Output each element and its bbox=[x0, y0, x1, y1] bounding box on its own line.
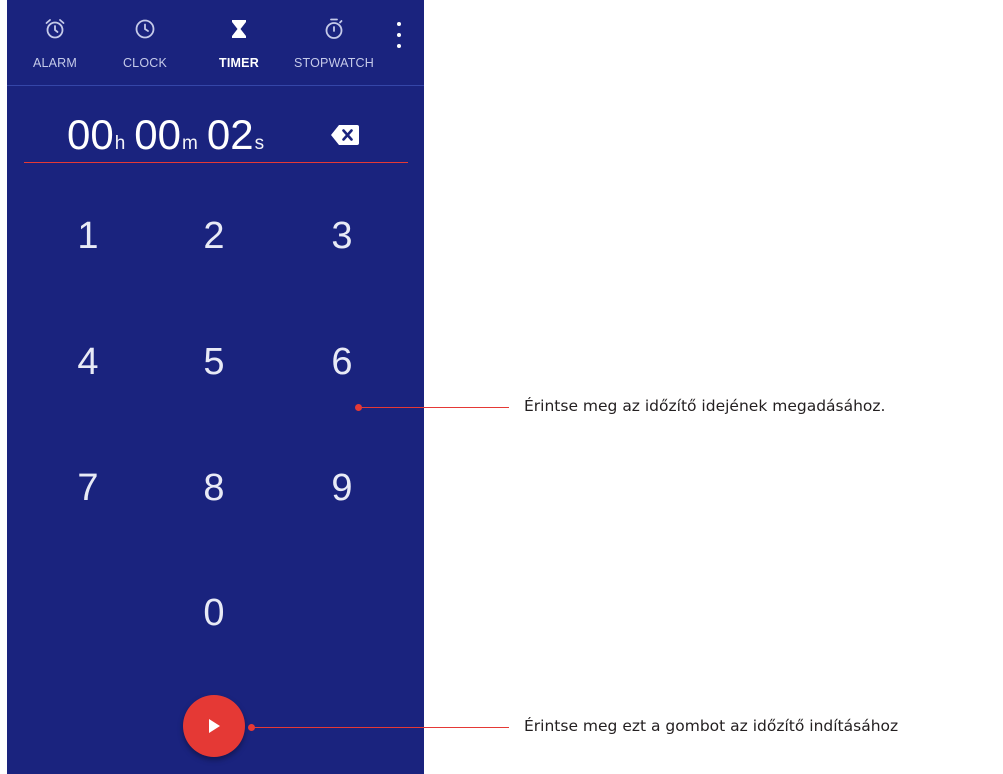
key-1[interactable]: 1 bbox=[43, 201, 133, 271]
start-callout-text: Érintse meg ezt a gombot az időzítő indí… bbox=[524, 717, 899, 735]
keypad-callout-text: Érintse meg az időzítő idejének megadásá… bbox=[524, 397, 886, 415]
clock-icon bbox=[131, 15, 159, 43]
minutes-unit: m bbox=[182, 133, 198, 154]
timer-time-display: 00 h 00 m 02 s bbox=[67, 109, 264, 161]
key-0[interactable]: 0 bbox=[169, 578, 259, 648]
key-8[interactable]: 8 bbox=[169, 453, 259, 523]
start-callout-line bbox=[252, 727, 509, 728]
overflow-menu-icon[interactable] bbox=[388, 22, 410, 48]
minutes-value: 00 bbox=[134, 111, 182, 158]
key-9[interactable]: 9 bbox=[297, 453, 387, 523]
hourglass-icon bbox=[225, 15, 253, 43]
tab-bar: ALARM CLOCK TIMER STOPWATCH bbox=[7, 0, 424, 86]
key-5[interactable]: 5 bbox=[169, 327, 259, 397]
seconds-unit: s bbox=[254, 133, 265, 154]
tab-alarm-label: ALARM bbox=[32, 56, 78, 70]
key-2[interactable]: 2 bbox=[169, 201, 259, 271]
timer-screen: ALARM CLOCK TIMER STOPWATCH 00 h 00 m 02… bbox=[7, 0, 424, 774]
hours-unit: h bbox=[114, 133, 126, 154]
tab-timer-label: TIMER bbox=[219, 56, 259, 70]
key-3[interactable]: 3 bbox=[297, 201, 387, 271]
time-underline bbox=[24, 162, 408, 163]
play-icon bbox=[209, 719, 220, 733]
key-6[interactable]: 6 bbox=[297, 327, 387, 397]
key-4[interactable]: 4 bbox=[43, 327, 133, 397]
tab-stopwatch-label: STOPWATCH bbox=[293, 56, 375, 70]
tab-timer[interactable]: TIMER bbox=[201, 0, 277, 85]
stopwatch-icon bbox=[320, 15, 348, 43]
tab-clock[interactable]: CLOCK bbox=[107, 0, 183, 85]
start-timer-button[interactable] bbox=[183, 695, 245, 757]
backspace-icon[interactable] bbox=[330, 124, 360, 146]
tab-alarm[interactable]: ALARM bbox=[17, 0, 93, 85]
hours-value: 00 bbox=[67, 111, 114, 158]
tab-stopwatch[interactable]: STOPWATCH bbox=[285, 0, 383, 85]
keypad-callout-line bbox=[359, 407, 509, 408]
seconds-value: 02 bbox=[206, 111, 254, 158]
tab-clock-label: CLOCK bbox=[122, 56, 168, 70]
alarm-clock-icon bbox=[41, 15, 69, 43]
key-7[interactable]: 7 bbox=[43, 453, 133, 523]
page: ALARM CLOCK TIMER STOPWATCH 00 h 00 m 02… bbox=[0, 0, 1003, 774]
